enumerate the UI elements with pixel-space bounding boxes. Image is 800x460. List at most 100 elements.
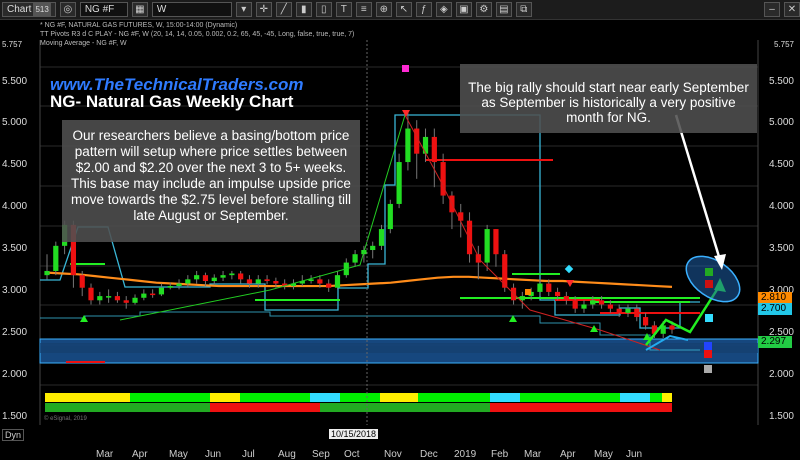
x-tick-label: Feb: [491, 449, 509, 460]
grid-icon[interactable]: ▦: [131, 2, 148, 17]
candle-body: [607, 304, 613, 309]
zone-red-square: [704, 350, 712, 358]
date-cursor-label: 10/15/2018: [329, 429, 379, 439]
indicator-bar-segment: [418, 393, 490, 402]
y-tick-label: 3.500: [768, 243, 794, 255]
candle-body: [264, 279, 270, 282]
sell-triangle-2: [566, 280, 574, 287]
study-header-2: TT Pivots R3 d C PLAY - NG #F, W (20, 14…: [40, 31, 355, 38]
chart-area[interactable]: * NG #F, NATURAL GAS FUTURES, W, 15:00-1…: [0, 20, 800, 460]
studies-icon[interactable]: ƒ: [415, 2, 432, 17]
interval-value: W: [156, 4, 167, 15]
zoom-icon[interactable]: ⊕: [375, 2, 392, 17]
research-note: Our researchers believe a basing/bottom …: [62, 120, 360, 242]
x-tick-label: Jun: [626, 449, 643, 460]
minimize-icon[interactable]: –: [764, 2, 780, 17]
x-tick-label: Sep: [312, 449, 330, 460]
y-tick-label: 1.500: [768, 410, 794, 422]
candle-body: [185, 279, 191, 284]
rally-note: The big rally should start near early Se…: [460, 64, 757, 133]
indicator-bar-segment: [310, 393, 340, 402]
top-right-price: 5.757: [773, 40, 794, 49]
y-tick-label: 5.000: [768, 117, 794, 129]
trend-bar-segment: [320, 403, 490, 412]
interval-input[interactable]: W: [151, 2, 232, 17]
dynamic-button[interactable]: Dyn: [2, 429, 25, 441]
study-header-3: Moving Average - NG #F, W: [40, 40, 127, 47]
symbol-input[interactable]: NG #F: [79, 2, 128, 17]
x-tick-label: Mar: [96, 449, 114, 460]
indicator-bars: [45, 393, 672, 412]
candle-body: [202, 275, 209, 282]
pointer-icon[interactable]: ↖: [395, 2, 412, 17]
y-tick-label-left: 2.500: [2, 326, 28, 338]
candle-body: [238, 273, 244, 280]
window-link-icon[interactable]: ⧉: [515, 2, 532, 17]
fib-icon[interactable]: ≡: [355, 2, 372, 17]
sell-triangle-1: [402, 110, 410, 117]
candle-body: [634, 308, 640, 318]
candle-body: [546, 283, 552, 292]
lock-icon[interactable]: ▣: [455, 2, 472, 17]
buy-triangle-3: [590, 325, 598, 332]
trend-bar-segment: [490, 403, 672, 412]
indicator-bar-segment: [520, 393, 620, 402]
candle-body: [123, 300, 129, 303]
trend-bar-segment: [45, 403, 210, 412]
price-tag-pivot: 2.700: [758, 303, 792, 315]
candle-body: [229, 273, 235, 276]
y-tick-label-left: 5.000: [2, 117, 28, 129]
candles-icon[interactable]: ▯: [315, 2, 332, 17]
candle-body: [598, 300, 605, 305]
indicator-bar-segment: [380, 393, 418, 402]
indicator-bar-segment: [88, 393, 130, 402]
zone-blue-square: [704, 342, 712, 350]
y-tick-label: 2.000: [768, 368, 794, 380]
indicator-bar-segment: [340, 393, 380, 402]
candle-body: [352, 254, 358, 263]
close-icon[interactable]: ✕: [784, 2, 800, 17]
x-tick-label: Oct: [344, 449, 360, 460]
candle-body: [150, 293, 156, 296]
dropdown-icon[interactable]: ▾: [235, 2, 252, 17]
chart-window-button[interactable]: Chart 513: [2, 2, 56, 17]
candle-body: [97, 296, 103, 301]
line-draw-icon[interactable]: ╱: [275, 2, 292, 17]
indicator-bar-segment: [650, 393, 662, 402]
candle-body: [396, 162, 402, 204]
target-cyan-square: [705, 314, 713, 322]
symbol-value: NG #F: [84, 4, 115, 15]
gray-square: [704, 365, 712, 373]
candle-body: [563, 296, 569, 301]
indicator-bar-segment: [130, 393, 210, 402]
candle-body: [669, 325, 675, 330]
trend-line-red: [404, 114, 661, 351]
indicator-bar-segment: [662, 393, 672, 402]
x-tick-label: Mar: [524, 449, 542, 460]
study-header-1: * NG #F, NATURAL GAS FUTURES, W, 15:00-1…: [40, 22, 238, 29]
settings-icon[interactable]: ⚙: [475, 2, 492, 17]
x-tick-label: Dec: [420, 449, 438, 460]
candle-body: [642, 317, 649, 326]
candle-body: [431, 136, 437, 163]
text-tool-icon[interactable]: T: [335, 2, 352, 17]
y-tick-label-left: 4.000: [2, 201, 28, 213]
link-icon[interactable]: ◎: [59, 2, 76, 17]
candle-body: [537, 283, 543, 292]
x-tick-label: May: [169, 449, 188, 460]
bars-icon[interactable]: ▮: [295, 2, 312, 17]
y-tick-label-left: 4.500: [2, 159, 28, 171]
y-tick-label: 5.500: [768, 75, 794, 87]
candle-body: [194, 275, 200, 280]
candle-body: [475, 254, 481, 263]
price-tag-last: 2.297: [758, 336, 792, 348]
candle-body: [616, 308, 622, 313]
candle-body: [317, 279, 323, 284]
alert-icon[interactable]: ◈: [435, 2, 452, 17]
crosshair-icon[interactable]: ✛: [255, 2, 272, 17]
template-icon[interactable]: ▤: [495, 2, 512, 17]
candle-body: [158, 287, 165, 295]
candle-body: [387, 203, 393, 230]
candle-body: [493, 229, 499, 255]
candle-body: [176, 283, 182, 287]
